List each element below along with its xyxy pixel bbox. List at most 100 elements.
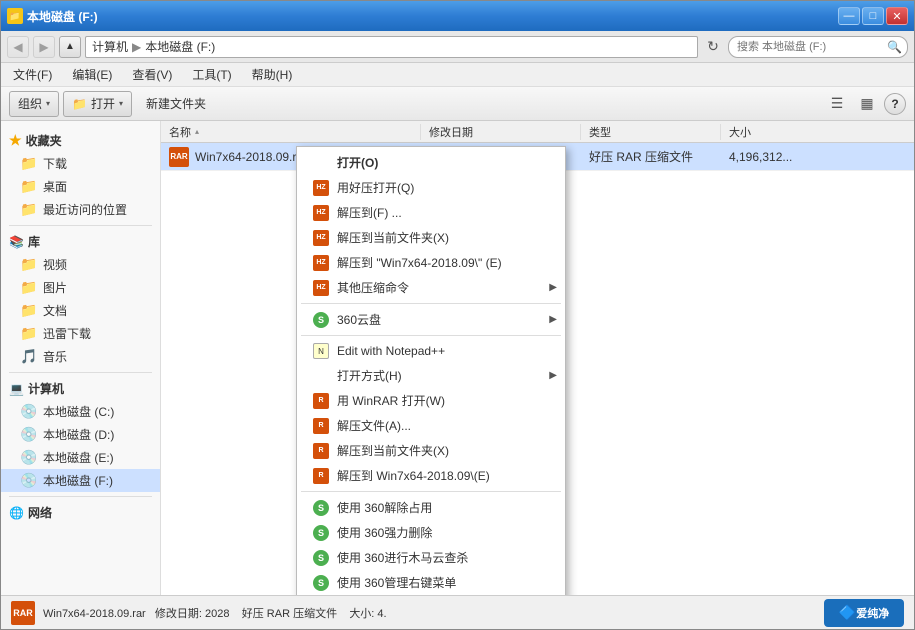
- sidebar-item-thunder-label: 迅雷下载: [43, 325, 91, 342]
- sidebar-network-label: 网络: [28, 504, 52, 521]
- sidebar-item-recent[interactable]: 📁 最近访问的位置: [1, 198, 160, 221]
- menu-tools[interactable]: 工具(T): [188, 64, 235, 85]
- sidebar-item-video-label: 视频: [43, 256, 67, 273]
- sidebar-group-favorites[interactable]: ★ 收藏夹: [1, 129, 160, 152]
- sidebar-item-e-drive[interactable]: 💿 本地磁盘 (E:): [1, 446, 160, 469]
- ctx-item-360-unlock[interactable]: S 使用 360解除占用: [297, 495, 565, 520]
- extract-icon: HZ: [313, 205, 329, 221]
- sidebar-computer-label: 计算机: [28, 380, 64, 397]
- drive-icon: 💿: [21, 450, 37, 466]
- drive-icon: 💿: [21, 473, 37, 489]
- sidebar-section-computer: 💻 计算机 💿 本地磁盘 (C:) 💿 本地磁盘 (D:) 💿 本地磁盘 (E:…: [1, 377, 160, 492]
- sidebar-item-video[interactable]: 📁 视频: [1, 253, 160, 276]
- col-header-date[interactable]: 修改日期: [421, 124, 581, 140]
- ctx-item-extract-here[interactable]: HZ 解压到当前文件夹(X): [297, 225, 565, 250]
- titlebar: 📁 本地磁盘 (F:) — □ ✕: [1, 1, 914, 31]
- ctx-item-extract-x[interactable]: R 解压到当前文件夹(X): [297, 438, 565, 463]
- notepad-icon: N: [313, 343, 329, 359]
- ctx-sep-3: [301, 491, 561, 492]
- sidebar-sep-1: [9, 225, 152, 226]
- menu-file[interactable]: 文件(F): [9, 64, 56, 85]
- col-header-type[interactable]: 类型: [581, 124, 721, 140]
- main-window: 📁 本地磁盘 (F:) — □ ✕ ◀ ▶ ▲ 计算机 ▶ 本地磁盘 (F:) …: [0, 0, 915, 630]
- open-icon: 📁: [72, 97, 87, 111]
- search-input[interactable]: [728, 36, 908, 58]
- haozip-icon: HZ: [313, 180, 329, 196]
- sidebar-sep-3: [9, 496, 152, 497]
- ctx-item-open-with[interactable]: 打开方式(H) ▶: [297, 363, 565, 388]
- sidebar-sep-2: [9, 372, 152, 373]
- addressbar: ◀ ▶ ▲ 计算机 ▶ 本地磁盘 (F:) ↻ 🔍: [1, 31, 914, 63]
- ctx-item-extract-a[interactable]: R 解压文件(A)...: [297, 413, 565, 438]
- window-icon: 📁: [7, 8, 23, 24]
- sidebar-section-favorites: ★ 收藏夹 📁 下载 📁 桌面 📁 最近访问的位置: [1, 129, 160, 221]
- sidebar-item-desktop-label: 桌面: [43, 178, 67, 195]
- address-path[interactable]: 计算机 ▶ 本地磁盘 (F:): [85, 36, 698, 58]
- ctx-item-open-haozip[interactable]: HZ 用好压打开(Q): [297, 175, 565, 200]
- sidebar-group-network[interactable]: 🌐 网络: [1, 501, 160, 524]
- library-icon: 📚: [9, 235, 24, 249]
- sidebar-group-computer[interactable]: 💻 计算机: [1, 377, 160, 400]
- sidebar-item-downloads[interactable]: 📁 下载: [1, 152, 160, 175]
- sidebar-favorites-label: 收藏夹: [26, 132, 62, 149]
- ctx-item-winrar[interactable]: R 用 WinRAR 打开(W): [297, 388, 565, 413]
- ctx-item-more-compress[interactable]: HZ 其他压缩命令 ▶: [297, 275, 565, 300]
- menu-view[interactable]: 查看(V): [128, 64, 176, 85]
- ctx-item-notepad[interactable]: N Edit with Notepad++: [297, 339, 565, 363]
- refresh-button[interactable]: ↻: [702, 36, 724, 58]
- ctx-item-extract-e[interactable]: R 解压到 Win7x64-2018.09\(E): [297, 463, 565, 488]
- back-button[interactable]: ◀: [7, 36, 29, 58]
- forward-button[interactable]: ▶: [33, 36, 55, 58]
- sidebar-group-library[interactable]: 📚 库: [1, 230, 160, 253]
- open-button[interactable]: 📁 打开 ▾: [63, 91, 132, 117]
- statusbar-text: Win7x64-2018.09.rar 修改日期: 2028 好压 RAR 压缩…: [43, 605, 816, 621]
- up-button[interactable]: ▲: [59, 36, 81, 58]
- ctx-item-extract-to[interactable]: HZ 解压到(F) ...: [297, 200, 565, 225]
- view-details-button[interactable]: ▦: [854, 91, 880, 117]
- ctx-sep-2: [301, 335, 561, 336]
- sidebar-item-pictures[interactable]: 📁 图片: [1, 276, 160, 299]
- col-header-size[interactable]: 大小: [721, 124, 821, 140]
- sidebar-item-c-drive[interactable]: 💿 本地磁盘 (C:): [1, 400, 160, 423]
- close-button[interactable]: ✕: [886, 7, 908, 25]
- sidebar-item-d-drive[interactable]: 💿 本地磁盘 (D:): [1, 423, 160, 446]
- sidebar-library-label: 库: [28, 233, 40, 250]
- sidebar-item-recent-label: 最近访问的位置: [43, 201, 127, 218]
- sidebar-item-desktop[interactable]: 📁 桌面: [1, 175, 160, 198]
- winrar-icon: R: [313, 393, 329, 409]
- file-list: 名称 ▴ 修改日期 类型 大小 RAR Win7x64-201: [161, 121, 914, 595]
- drive-icon: 💿: [21, 404, 37, 420]
- ctx-item-360-menu[interactable]: S 使用 360管理右键菜单: [297, 570, 565, 595]
- col-header-name[interactable]: 名称 ▴: [161, 124, 421, 140]
- view-list-button[interactable]: ☰: [824, 91, 850, 117]
- address-path-computer: 计算机: [92, 38, 128, 55]
- folder-icon: 📁: [21, 257, 37, 273]
- statusbar-size: 大小: 4.: [349, 608, 386, 620]
- open-with-icon: [313, 368, 329, 384]
- sidebar-item-downloads-label: 下载: [43, 155, 67, 172]
- ctx-item-360-delete[interactable]: S 使用 360强力删除: [297, 520, 565, 545]
- extract-a-icon: R: [313, 418, 329, 434]
- sidebar-item-f-drive[interactable]: 💿 本地磁盘 (F:): [1, 469, 160, 492]
- menu-help[interactable]: 帮助(H): [248, 64, 297, 85]
- folder-icon: 📁: [21, 280, 37, 296]
- organize-chevron-icon: ▾: [46, 99, 50, 108]
- sidebar-item-music[interactable]: 🎵 音乐: [1, 345, 160, 368]
- sidebar-section-library: 📚 库 📁 视频 📁 图片 📁 文档 📁 迅雷下载: [1, 230, 160, 368]
- help-button[interactable]: ?: [884, 93, 906, 115]
- ctx-item-360-scan[interactable]: S 使用 360进行木马云查杀: [297, 545, 565, 570]
- sidebar-item-docs[interactable]: 📁 文档: [1, 299, 160, 322]
- ctx-item-open[interactable]: 打开(O): [297, 150, 565, 175]
- extract-here-icon: HZ: [313, 230, 329, 246]
- folder-icon: 📁: [21, 156, 37, 172]
- new-folder-button[interactable]: 新建文件夹: [136, 91, 216, 117]
- ctx-item-extract-folder[interactable]: HZ 解压到 "Win7x64-2018.09\" (E): [297, 250, 565, 275]
- maximize-button[interactable]: □: [862, 7, 884, 25]
- sidebar-item-thunder[interactable]: 📁 迅雷下载: [1, 322, 160, 345]
- organize-button[interactable]: 组织 ▾: [9, 91, 59, 117]
- menu-edit[interactable]: 编辑(E): [68, 64, 116, 85]
- statusbar-type: 好压 RAR 压缩文件: [242, 608, 337, 620]
- 360-delete-icon: S: [313, 525, 329, 541]
- ctx-item-360cloud[interactable]: S 360云盘 ▶: [297, 307, 565, 332]
- minimize-button[interactable]: —: [838, 7, 860, 25]
